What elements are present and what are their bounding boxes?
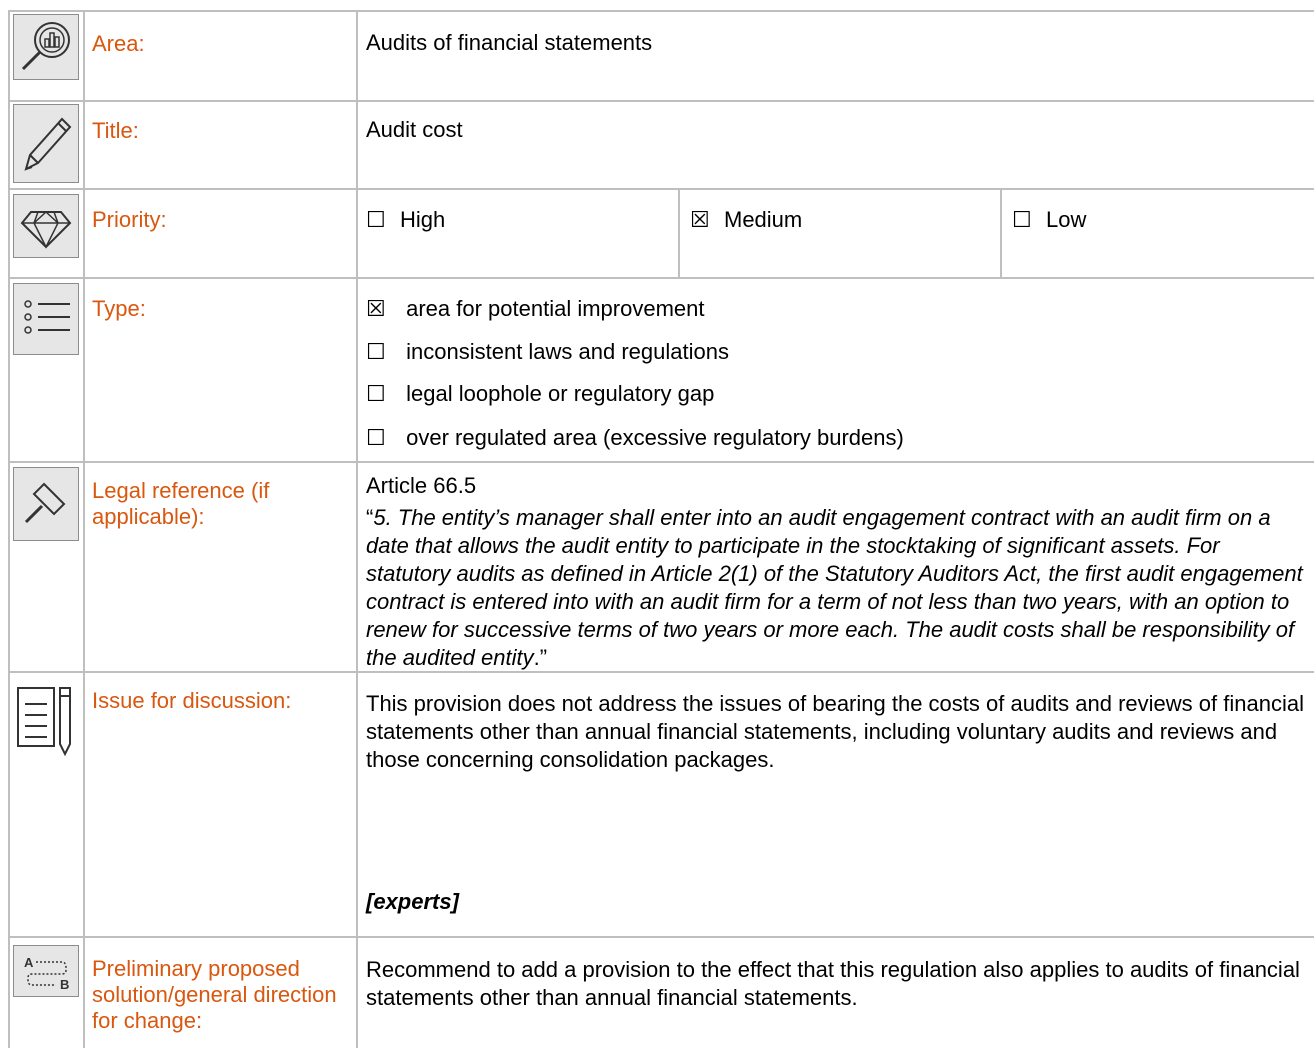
checkbox[interactable]: ☐ — [366, 424, 400, 452]
issue-label: Issue for discussion: — [92, 688, 292, 713]
icon-letter-b: B — [60, 977, 69, 992]
gavel-icon — [13, 467, 79, 541]
legal-quote-text: 5. The entity’s manager shall enter into… — [366, 505, 1303, 670]
pencil-icon — [13, 104, 79, 183]
issue-text: This provision does not address the issu… — [366, 691, 1304, 772]
priority-option-high[interactable]: ☐ High — [366, 206, 445, 234]
type-option[interactable]: ☒ area for potential improvement — [366, 295, 705, 323]
solution-text: Recommend to add a provision to the effe… — [366, 957, 1300, 1010]
title-label: Title: — [92, 118, 139, 143]
checkbox[interactable]: ☐ — [1012, 206, 1046, 234]
diamond-icon — [13, 194, 79, 258]
legal-quote: “5. The entity’s manager shall enter int… — [366, 504, 1310, 672]
area-label: Area: — [92, 31, 145, 56]
checkbox[interactable]: ☐ — [366, 380, 400, 408]
priority-option-low[interactable]: ☐ Low — [1012, 206, 1086, 234]
row-divider — [8, 277, 1314, 279]
grid-line-label — [356, 10, 358, 1048]
issue-sheet: Area: Audits of financial statements Tit… — [0, 0, 1314, 1048]
close-quote: .” — [533, 645, 548, 670]
issue-note: [experts] — [366, 889, 459, 914]
option-text: area for potential improvement — [406, 296, 705, 321]
type-option[interactable]: ☐ over regulated area (excessive regulat… — [366, 424, 904, 452]
option-text: Low — [1046, 207, 1087, 232]
option-text: legal loophole or regulatory gap — [406, 381, 715, 406]
row-divider — [8, 936, 1314, 938]
a-to-b-path-icon: A B — [13, 945, 79, 997]
checkbox[interactable]: ☒ — [690, 206, 724, 234]
option-text: over regulated area (excessive regulator… — [406, 425, 904, 450]
checkbox[interactable]: ☐ — [366, 338, 400, 366]
grid-line-left — [8, 10, 10, 1048]
option-text: Medium — [724, 207, 803, 232]
priority-option-medium[interactable]: ☒ Medium — [690, 206, 802, 234]
row-divider — [8, 461, 1314, 463]
type-option[interactable]: ☐ inconsistent laws and regulations — [366, 338, 729, 366]
legal-article: Article 66.5 — [366, 473, 477, 498]
checkbox[interactable]: ☒ — [366, 295, 400, 323]
title-value: Audit cost — [366, 117, 463, 142]
row-divider — [8, 100, 1314, 102]
checkbox[interactable]: ☐ — [366, 206, 400, 234]
list-icon — [13, 283, 79, 355]
magnifier-chart-icon — [13, 14, 79, 80]
grid-line-priority-2 — [1000, 189, 1002, 278]
type-label: Type: — [92, 296, 146, 321]
row-divider — [8, 10, 1314, 12]
grid-line-icon — [83, 10, 85, 1048]
notepad-pen-icon — [13, 681, 79, 767]
type-option[interactable]: ☐ legal loophole or regulatory gap — [366, 380, 714, 408]
option-text: inconsistent laws and regulations — [406, 339, 729, 364]
area-value: Audits of financial statements — [366, 30, 653, 55]
priority-label: Priority: — [92, 207, 167, 232]
icon-letter-a: A — [24, 955, 34, 970]
row-divider — [8, 188, 1314, 190]
grid-line-priority-1 — [678, 189, 680, 278]
solution-label: Preliminary proposed solution/general di… — [92, 956, 337, 1033]
legal-reference-label: Legal reference (if applicable): — [92, 478, 270, 529]
option-text: High — [400, 207, 446, 232]
